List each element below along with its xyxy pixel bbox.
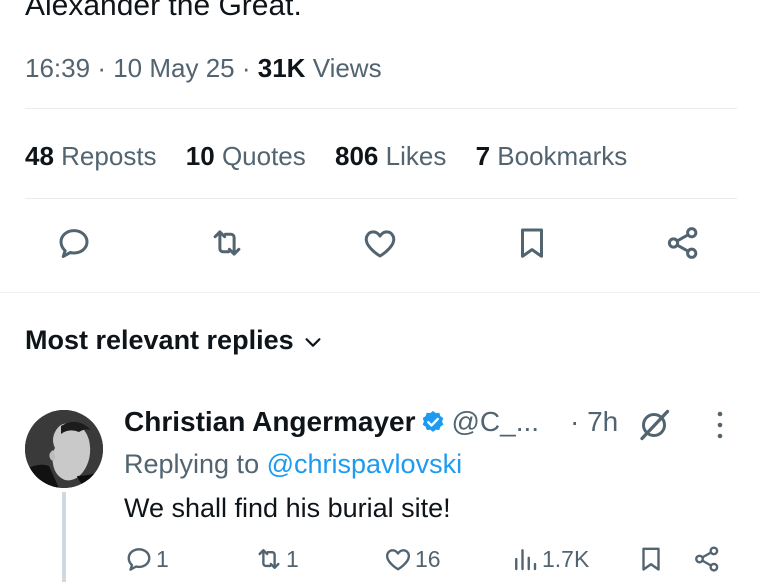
stat-count: 48 [25, 141, 54, 171]
stat-label: Reposts [61, 141, 157, 171]
repost-button[interactable] [204, 220, 250, 266]
replies-sort-dropdown[interactable]: Most relevant replies [25, 323, 324, 357]
stat-count: 10 [185, 141, 215, 171]
meta-separator: · [97, 53, 106, 83]
replies-sort-label: Most relevant replies [25, 325, 294, 355]
reply-time[interactable]: · 7h [570, 404, 618, 440]
more-icon [717, 411, 723, 439]
reply-author-row: Christian Angermayer @C_... [124, 404, 539, 440]
reply-button[interactable] [51, 220, 97, 266]
more-options-button[interactable] [708, 408, 732, 442]
likes-stat[interactable]: 806 Likes [335, 140, 446, 172]
heart-icon [364, 230, 396, 258]
bookmark-button[interactable] [509, 220, 555, 266]
thread-line [62, 492, 66, 582]
views-label: Views [312, 53, 382, 83]
avatar-portrait [25, 410, 103, 488]
reposts-stat[interactable]: 48 Reposts [25, 140, 157, 172]
tweet-time[interactable]: 16:39 [25, 53, 90, 83]
like-button[interactable] [357, 220, 403, 266]
bookmark-icon [520, 228, 544, 258]
engagement-stats: 48 Reposts 10 Quotes 806 Likes 7 Bookmar… [25, 140, 649, 172]
quotes-stat[interactable]: 10 Quotes [186, 140, 306, 172]
grok-button[interactable] [636, 407, 672, 443]
tweet-text: Alexander the Great. [25, 0, 302, 22]
mention-link[interactable]: @chrispavlovski [267, 449, 462, 479]
avatar[interactable] [25, 410, 103, 488]
chevron-down-icon [305, 338, 321, 347]
grok-icon [640, 409, 670, 441]
stat-label: Bookmarks [497, 141, 628, 171]
stat-count: 7 [475, 141, 491, 171]
divider [25, 108, 737, 109]
meta-separator: · [241, 53, 251, 83]
tweet-date[interactable]: 10 May 25 [113, 53, 234, 83]
replying-to-line: Replying to @chrispavlovski [124, 446, 462, 482]
tweet-action-bar [0, 212, 760, 272]
author-handle[interactable]: @C_... [452, 406, 540, 437]
verified-badge-icon [422, 410, 443, 432]
reply-icon [59, 229, 89, 258]
bookmarks-stat[interactable]: 7 Bookmarks [476, 140, 628, 172]
author-name[interactable]: Christian Angermayer [124, 406, 416, 437]
stat-label: Quotes [221, 141, 306, 171]
tweet-meta: 16:39 · 10 May 25 · 31K Views [25, 52, 382, 84]
share-icon [667, 227, 698, 259]
replying-prefix: Replying to [124, 449, 260, 479]
repost-icon [213, 230, 241, 256]
share-button[interactable] [660, 220, 706, 266]
stat-count: 806 [335, 141, 379, 171]
reply-text: We shall find his burial site! [124, 493, 451, 523]
stat-label: Likes [385, 141, 447, 171]
divider [25, 198, 737, 199]
views-count: 31K [257, 53, 306, 83]
section-divider [0, 292, 760, 293]
